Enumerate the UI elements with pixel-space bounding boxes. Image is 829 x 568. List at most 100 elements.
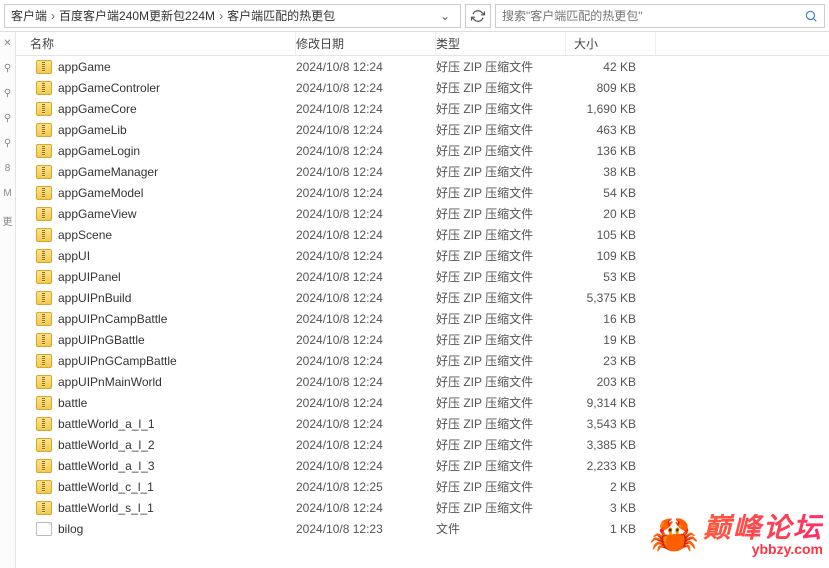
breadcrumb-seg[interactable]: 客户端匹配的热更包 bbox=[227, 7, 335, 24]
file-type: 好压 ZIP 压缩文件 bbox=[436, 394, 566, 411]
search-icon[interactable] bbox=[804, 9, 818, 23]
file-type: 好压 ZIP 压缩文件 bbox=[436, 100, 566, 117]
column-header-type[interactable]: 类型 bbox=[436, 32, 566, 55]
zip-file-icon bbox=[36, 417, 52, 431]
file-date: 2024/10/8 12:24 bbox=[296, 333, 436, 347]
file-type: 好压 ZIP 压缩文件 bbox=[436, 163, 566, 180]
file-row[interactable]: appUI2024/10/8 12:24好压 ZIP 压缩文件109 KB bbox=[16, 245, 829, 266]
file-type: 好压 ZIP 压缩文件 bbox=[436, 310, 566, 327]
file-size: 463 KB bbox=[566, 123, 656, 137]
file-name: appGameControler bbox=[58, 81, 160, 95]
file-name: appGameModel bbox=[58, 186, 143, 200]
file-list[interactable]: appGame2024/10/8 12:24好压 ZIP 压缩文件42 KBap… bbox=[16, 56, 829, 568]
file-row[interactable]: appGameModel2024/10/8 12:24好压 ZIP 压缩文件54… bbox=[16, 182, 829, 203]
file-row[interactable]: battleWorld_c_l_12024/10/8 12:25好压 ZIP 压… bbox=[16, 476, 829, 497]
file-size: 16 KB bbox=[566, 312, 656, 326]
zip-file-icon bbox=[36, 165, 52, 179]
address-toolbar: 客户端 › 百度客户端240M更新包224M › 客户端匹配的热更包 ⌄ bbox=[0, 0, 829, 32]
file-name: appUI bbox=[58, 249, 90, 263]
file-date: 2024/10/8 12:24 bbox=[296, 291, 436, 305]
search-input[interactable] bbox=[502, 9, 804, 23]
strip-item[interactable]: 8 bbox=[5, 163, 11, 174]
file-name: appUIPnGBattle bbox=[58, 333, 145, 347]
file-size: 3 KB bbox=[566, 501, 656, 515]
zip-file-icon bbox=[36, 186, 52, 200]
file-row[interactable]: appGameCore2024/10/8 12:24好压 ZIP 压缩文件1,6… bbox=[16, 98, 829, 119]
strip-pin-icon[interactable]: ⚲ bbox=[4, 88, 11, 99]
breadcrumb-seg[interactable]: 百度客户端240M更新包224M bbox=[59, 7, 215, 24]
file-size: 3,543 KB bbox=[566, 417, 656, 431]
file-row[interactable]: appGameView2024/10/8 12:24好压 ZIP 压缩文件20 … bbox=[16, 203, 829, 224]
refresh-button[interactable] bbox=[465, 4, 491, 28]
file-type: 好压 ZIP 压缩文件 bbox=[436, 205, 566, 222]
file-name: battle bbox=[58, 396, 87, 410]
file-row[interactable]: appUIPnBuild2024/10/8 12:24好压 ZIP 压缩文件5,… bbox=[16, 287, 829, 308]
strip-pin-icon[interactable]: ⚲ bbox=[4, 138, 11, 149]
strip-item[interactable]: ✕ bbox=[3, 38, 11, 49]
file-type: 文件 bbox=[436, 520, 566, 537]
file-date: 2024/10/8 12:24 bbox=[296, 270, 436, 284]
file-row[interactable]: appGameManager2024/10/8 12:24好压 ZIP 压缩文件… bbox=[16, 161, 829, 182]
column-header-name[interactable]: 名称 bbox=[16, 32, 296, 55]
file-date: 2024/10/8 12:24 bbox=[296, 207, 436, 221]
search-box[interactable] bbox=[495, 4, 825, 28]
chevron-down-icon[interactable]: ⌄ bbox=[436, 9, 454, 23]
file-name: appScene bbox=[58, 228, 112, 242]
file-row[interactable]: appGame2024/10/8 12:24好压 ZIP 压缩文件42 KB bbox=[16, 56, 829, 77]
file-size: 3,385 KB bbox=[566, 438, 656, 452]
file-size: 19 KB bbox=[566, 333, 656, 347]
quick-access-strip: ✕ ⚲ ⚲ ⚲ ⚲ 8 M 更 bbox=[0, 32, 16, 568]
file-area: 名称 修改日期 类型 大小 appGame2024/10/8 12:24好压 Z… bbox=[16, 32, 829, 568]
file-size: 54 KB bbox=[566, 186, 656, 200]
file-row[interactable]: appGameControler 2024/10/8 12:24好压 ZIP 压缩… bbox=[16, 77, 829, 98]
breadcrumb-seg[interactable]: 客户端 bbox=[11, 7, 47, 24]
file-date: 2024/10/8 12:24 bbox=[296, 186, 436, 200]
strip-item[interactable]: M bbox=[3, 188, 11, 199]
file-type: 好压 ZIP 压缩文件 bbox=[436, 457, 566, 474]
file-type: 好压 ZIP 压缩文件 bbox=[436, 79, 566, 96]
column-header-date[interactable]: 修改日期 bbox=[296, 32, 436, 55]
file-type: 好压 ZIP 压缩文件 bbox=[436, 478, 566, 495]
file-date: 2024/10/8 12:24 bbox=[296, 375, 436, 389]
strip-item[interactable]: 更 bbox=[3, 213, 13, 228]
file-date: 2024/10/8 12:24 bbox=[296, 228, 436, 242]
file-type: 好压 ZIP 压缩文件 bbox=[436, 331, 566, 348]
zip-file-icon bbox=[36, 207, 52, 221]
file-row[interactable]: battle2024/10/8 12:24好压 ZIP 压缩文件9,314 KB bbox=[16, 392, 829, 413]
file-type: 好压 ZIP 压缩文件 bbox=[436, 415, 566, 432]
file-row[interactable]: battleWorld_s_l_12024/10/8 12:24好压 ZIP 压… bbox=[16, 497, 829, 518]
file-date: 2024/10/8 12:24 bbox=[296, 81, 436, 95]
file-row[interactable]: appUIPnGBattle 2024/10/8 12:24好压 ZIP 压缩文件… bbox=[16, 329, 829, 350]
zip-file-icon bbox=[36, 438, 52, 452]
file-name: appGameCore bbox=[58, 102, 137, 116]
strip-pin-icon[interactable]: ⚲ bbox=[4, 113, 11, 124]
file-type: 好压 ZIP 压缩文件 bbox=[436, 352, 566, 369]
file-row[interactable]: appScene2024/10/8 12:24好压 ZIP 压缩文件105 KB bbox=[16, 224, 829, 245]
file-row[interactable]: appUIPanel2024/10/8 12:24好压 ZIP 压缩文件53 K… bbox=[16, 266, 829, 287]
file-row[interactable]: appUIPnGCampBattle2024/10/8 12:24好压 ZIP … bbox=[16, 350, 829, 371]
file-size: 53 KB bbox=[566, 270, 656, 284]
file-date: 2024/10/8 12:24 bbox=[296, 438, 436, 452]
file-row[interactable]: appGameLogin2024/10/8 12:24好压 ZIP 压缩文件13… bbox=[16, 140, 829, 161]
file-type: 好压 ZIP 压缩文件 bbox=[436, 58, 566, 75]
file-row[interactable]: bilog2024/10/8 12:23文件1 KB bbox=[16, 518, 829, 539]
file-row[interactable]: appGameLib2024/10/8 12:24好压 ZIP 压缩文件463 … bbox=[16, 119, 829, 140]
zip-file-icon bbox=[36, 123, 52, 137]
file-date: 2024/10/8 12:24 bbox=[296, 396, 436, 410]
breadcrumb[interactable]: 客户端 › 百度客户端240M更新包224M › 客户端匹配的热更包 ⌄ bbox=[4, 4, 461, 28]
zip-file-icon bbox=[36, 354, 52, 368]
file-date: 2024/10/8 12:24 bbox=[296, 459, 436, 473]
file-name: battleWorld_a_l_2 bbox=[58, 438, 155, 452]
file-row[interactable]: battleWorld_a_l_12024/10/8 12:24好压 ZIP 压… bbox=[16, 413, 829, 434]
refresh-icon bbox=[471, 9, 485, 23]
file-row[interactable]: battleWorld_a_l_32024/10/8 12:24好压 ZIP 压… bbox=[16, 455, 829, 476]
zip-file-icon bbox=[36, 249, 52, 263]
file-date: 2024/10/8 12:24 bbox=[296, 165, 436, 179]
strip-pin-icon[interactable]: ⚲ bbox=[4, 63, 11, 74]
column-header-size[interactable]: 大小 bbox=[566, 32, 656, 55]
zip-file-icon bbox=[36, 60, 52, 74]
file-row[interactable]: appUIPnMainWorld2024/10/8 12:24好压 ZIP 压缩… bbox=[16, 371, 829, 392]
file-row[interactable]: appUIPnCampBattle2024/10/8 12:24好压 ZIP 压… bbox=[16, 308, 829, 329]
file-row[interactable]: battleWorld_a_l_22024/10/8 12:24好压 ZIP 压… bbox=[16, 434, 829, 455]
file-type: 好压 ZIP 压缩文件 bbox=[436, 289, 566, 306]
